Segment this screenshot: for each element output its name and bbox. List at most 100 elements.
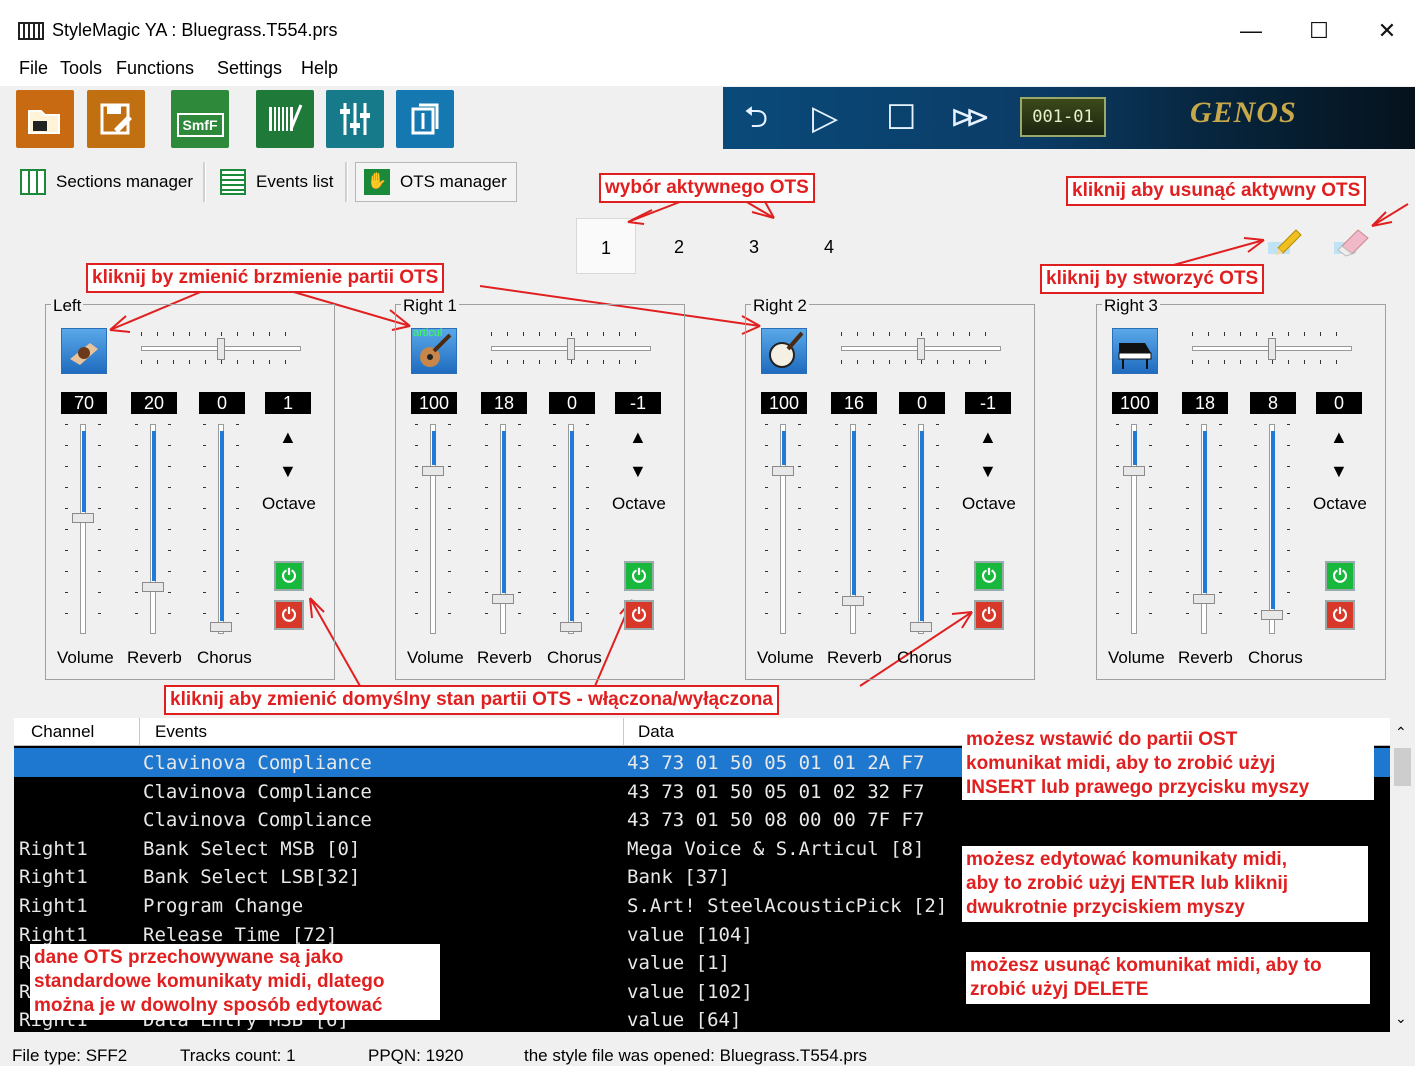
slider-ticks	[448, 424, 451, 634]
reverb-value: 16	[831, 392, 877, 414]
octave-up-button[interactable]: ▲	[979, 428, 997, 446]
annotation-create-ots: kliknij by stworzyć OTS	[1040, 264, 1265, 294]
pan-slider[interactable]	[141, 332, 301, 364]
chorus-slider-thumb[interactable]	[910, 622, 932, 632]
pan-slider-thumb[interactable]	[1268, 338, 1276, 360]
volume-slider[interactable]	[780, 424, 786, 634]
part-on-button[interactable]: ⏻	[1325, 561, 1355, 591]
octave-down-button[interactable]: ▼	[279, 462, 297, 480]
part-off-button[interactable]: ⏻	[974, 600, 1004, 630]
status-tracks-count: Tracks count: 1	[180, 1046, 296, 1065]
voice-button[interactable]	[61, 328, 107, 374]
cell-data: 43 73 01 50 05 01 01 2A F7	[627, 752, 925, 774]
cell-channel: R	[19, 980, 31, 1003]
slider-ticks	[936, 424, 939, 634]
pan-slider-thumb[interactable]	[217, 338, 225, 360]
volume-slider[interactable]	[1131, 424, 1137, 634]
scroll-thumb[interactable]	[1394, 748, 1411, 786]
chorus-slider-thumb[interactable]	[210, 622, 232, 632]
chorus-slider[interactable]	[568, 424, 574, 634]
slider-ticks	[765, 424, 768, 634]
part-off-button[interactable]: ⏻	[624, 600, 654, 630]
voice-button[interactable]: articul	[411, 327, 457, 374]
status-ppqn: PPQN: 1920	[368, 1046, 464, 1065]
cell-data: value [104]	[627, 923, 753, 946]
octave-up-button[interactable]: ▲	[629, 428, 647, 446]
voice-button[interactable]	[1112, 328, 1158, 374]
slider-ticks	[168, 424, 171, 634]
chorus-label: Chorus	[1248, 648, 1303, 667]
part-on-button[interactable]: ⏻	[624, 561, 654, 591]
guitar-hand-icon	[70, 343, 98, 365]
volume-value: 70	[61, 392, 107, 414]
part-off-button[interactable]: ⏻	[1325, 600, 1355, 630]
octave-up-button[interactable]: ▲	[279, 428, 297, 446]
banjo-icon	[769, 331, 804, 368]
annotation-line: komunikat midi, aby to zrobić użyj	[966, 753, 1276, 774]
octave-down-button[interactable]: ▼	[979, 462, 997, 480]
part-off-button[interactable]: ⏻	[274, 600, 304, 630]
annotation-delete-message: możesz usunąć komunikat midi, aby to zro…	[966, 952, 1370, 1004]
cell-event: Clavinova Compliance	[143, 752, 372, 774]
volume-value: 100	[1112, 392, 1158, 414]
pan-slider-thumb[interactable]	[567, 338, 575, 360]
slider-ticks	[518, 424, 521, 634]
reverb-label: Reverb	[477, 648, 532, 667]
slider-ticks	[485, 424, 488, 634]
chorus-slider[interactable]	[918, 424, 924, 634]
table-row[interactable]: Clavinova Compliance 43 73 01 50 08 00 0…	[14, 805, 1390, 834]
volume-slider-thumb[interactable]	[1123, 465, 1145, 476]
slider-ticks	[868, 424, 871, 634]
voice-button[interactable]	[761, 328, 807, 374]
part-on-button[interactable]: ⏻	[274, 561, 304, 591]
reverb-slider-thumb[interactable]	[842, 596, 864, 607]
chorus-slider-thumb[interactable]	[560, 622, 582, 632]
volume-slider[interactable]	[430, 424, 436, 634]
slider-ticks	[1116, 424, 1119, 634]
pan-slider[interactable]	[491, 332, 651, 364]
octave-down-button[interactable]: ▼	[1330, 462, 1348, 480]
slider-ticks	[586, 424, 589, 634]
chorus-label: Chorus	[197, 648, 252, 667]
cell-data: 43 73 01 50 08 00 00 7F F7	[627, 809, 925, 832]
chorus-slider-thumb[interactable]	[1261, 610, 1283, 621]
pan-slider[interactable]	[841, 332, 1001, 364]
chorus-slider[interactable]	[218, 424, 224, 634]
reverb-slider-thumb[interactable]	[492, 594, 514, 605]
cell-channel: R	[19, 952, 31, 975]
reverb-slider-thumb[interactable]	[1193, 594, 1215, 605]
chorus-value: 8	[1250, 392, 1296, 414]
cell-event: Clavinova Compliance	[143, 780, 372, 803]
table-scrollbar[interactable]: ⌃ ⌄	[1390, 718, 1415, 1032]
octave-down-button[interactable]: ▼	[629, 462, 647, 480]
grand-piano-icon	[1118, 343, 1152, 369]
volume-value: 100	[411, 392, 457, 414]
status-file-type: File type: SFF2	[12, 1046, 128, 1065]
part-on-button[interactable]: ⏻	[974, 561, 1004, 591]
volume-slider[interactable]	[80, 424, 86, 634]
reverb-slider-thumb[interactable]	[142, 582, 164, 593]
column-header-events[interactable]: Events	[155, 722, 207, 742]
slider-ticks	[65, 424, 68, 634]
scroll-up-icon[interactable]: ⌃	[1395, 724, 1407, 741]
chorus-slider[interactable]	[1269, 424, 1275, 634]
annotation-toggle-part: kliknij aby zmienić domyślny stan partii…	[164, 685, 779, 715]
volume-slider-thumb[interactable]	[422, 465, 444, 476]
volume-slider-thumb[interactable]	[772, 465, 794, 476]
volume-slider-thumb[interactable]	[72, 513, 94, 524]
column-header-channel[interactable]: Channel	[31, 722, 94, 742]
reverb-slider[interactable]	[150, 424, 156, 634]
annotation-stored-as-midi: dane OTS przechowywane są jako standardo…	[30, 944, 440, 1020]
volume-label: Volume	[1108, 648, 1165, 667]
annotation-line: można je w dowolny sposób edytować	[34, 995, 383, 1016]
pan-slider[interactable]	[1192, 332, 1352, 364]
pan-slider-thumb[interactable]	[917, 338, 925, 360]
cell-data: Bank [37]	[627, 866, 730, 889]
reverb-value: 20	[131, 392, 177, 414]
slider-ticks	[135, 424, 138, 634]
slider-ticks	[415, 424, 418, 634]
column-header-data[interactable]: Data	[638, 722, 674, 742]
status-message: the style file was opened: Bluegrass.T55…	[524, 1046, 868, 1065]
scroll-down-icon[interactable]: ⌄	[1395, 1010, 1407, 1027]
octave-up-button[interactable]: ▲	[1330, 428, 1348, 446]
